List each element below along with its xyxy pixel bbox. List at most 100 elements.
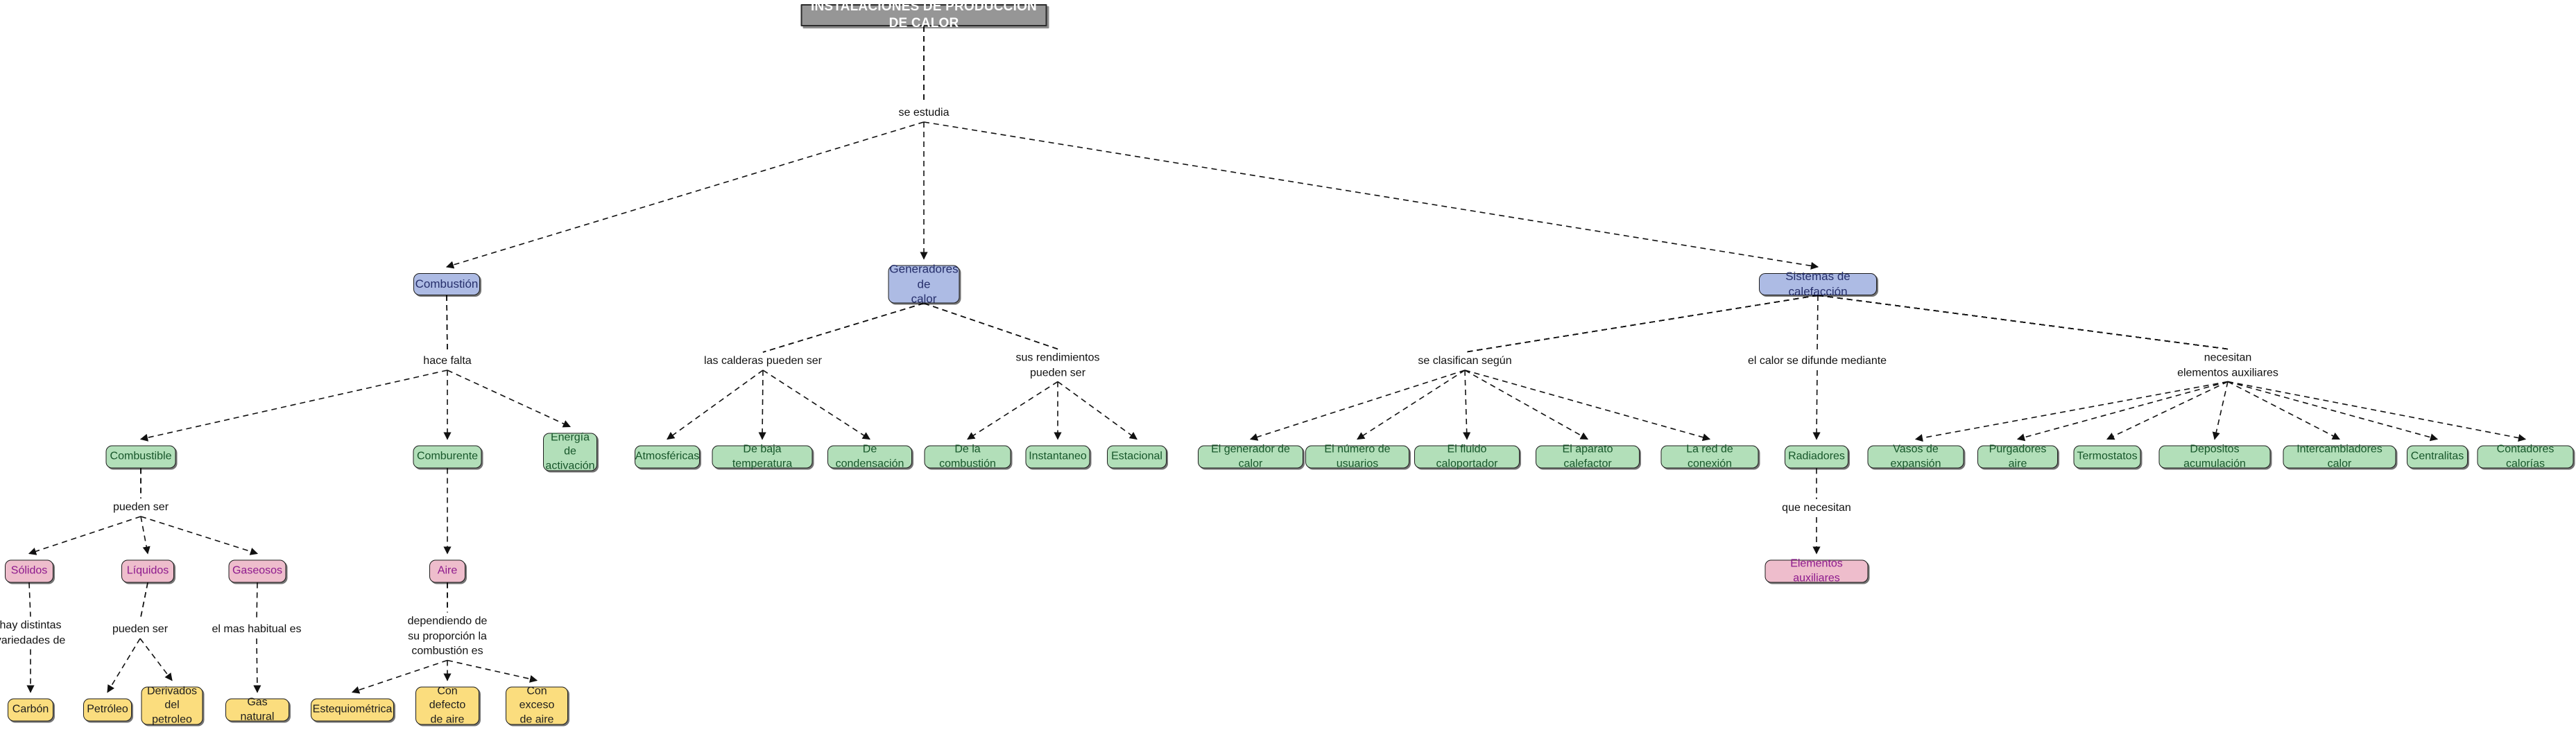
edge-generadores-to-delacomb-lower <box>967 381 1058 440</box>
edge-label-clasifican: se clasifican según <box>1416 354 1514 369</box>
node-condefecto[interactable]: Con defecto de aire <box>415 685 479 725</box>
node-aire[interactable]: Aire <box>429 559 465 583</box>
edge-generadores-to-delacomb-upper <box>923 302 1058 350</box>
edge-liquidos-to-derivados-lower <box>139 638 173 681</box>
node-intercamb[interactable]: Intercambiadores calor <box>2283 444 2396 469</box>
edge-root-to-sistemas-lower <box>923 121 1819 270</box>
node-bajatemp[interactable]: De baja temperatura <box>712 444 813 469</box>
node-petroleo[interactable]: Petróleo <box>83 698 132 722</box>
node-carbon[interactable]: Carbón <box>8 698 53 722</box>
edge-label-pueden-ser-comb: pueden ser <box>110 500 171 515</box>
edge-label-necesitan: necesitan elementos auxiliares <box>2175 350 2281 381</box>
node-condensacion[interactable]: De condensación <box>827 444 912 469</box>
edge-sistemas-to-redconexion-lower <box>1464 370 1711 442</box>
node-contadores[interactable]: Contadores calorías <box>2477 444 2574 469</box>
node-conexceso[interactable]: Con exceso de aire <box>506 685 568 725</box>
node-energia[interactable]: Energía de activación <box>543 431 597 471</box>
edge-sistemas-to-centralitas-lower <box>2227 381 2439 442</box>
edge-generadores-to-atmosfericas-upper <box>762 302 925 353</box>
edge-label-hay-distintas: hay distintas variedades de <box>0 618 68 648</box>
edge-sistemas-to-redconexion-upper <box>1464 295 1819 353</box>
edge-liquidos-to-petroleo-lower <box>107 638 141 693</box>
edge-liquidos-to-petroleo-upper <box>139 582 148 621</box>
edge-label-rendimientos: sus rendimientos pueden ser <box>1013 350 1102 381</box>
node-instantaneo[interactable]: Instantaneo <box>1025 445 1090 469</box>
node-radiadores[interactable]: Radiadores <box>1785 445 1848 469</box>
node-gencalor[interactable]: El generador de calor <box>1198 444 1303 469</box>
node-derivados[interactable]: Derivados del petroleo <box>141 685 203 725</box>
edge-label-hace-falta: hace falta <box>421 354 474 369</box>
edge-label-mas-habitual: el mas habitual es <box>209 622 304 637</box>
node-liquidos[interactable]: Líquidos <box>121 559 174 583</box>
node-gasnatural[interactable]: Gas natural <box>225 697 289 722</box>
edge-generadores-to-bajatemp-upper <box>762 302 925 353</box>
edge-sistemas-to-fluidocal-upper <box>1464 295 1819 353</box>
edge-sistemas-to-contadores-lower <box>2227 381 2527 442</box>
edge-generadores-to-condensacion-upper <box>762 302 925 353</box>
edge-sistemas-to-numusuarios-lower <box>1357 370 1466 440</box>
edge-generadores-to-instantaneo-upper <box>923 302 1058 350</box>
edge-sistemas-to-termostatos-lower <box>2106 381 2229 440</box>
node-purgadores[interactable]: Purgadores aire <box>1977 444 2058 469</box>
node-numusuarios[interactable]: El número de usuarios <box>1305 444 1409 469</box>
edge-label-que-necesitan: que necesitan <box>1780 501 1853 516</box>
node-comburente[interactable]: Comburente <box>413 445 482 469</box>
edge-sistemas-to-gencalor-lower <box>1249 370 1466 441</box>
edge-sistemas-to-aparatocal-lower <box>1464 370 1588 440</box>
edge-generadores-to-atmosfericas-lower <box>667 370 764 440</box>
node-centralitas[interactable]: Centralitas <box>2407 445 2468 469</box>
edge-sistemas-to-fluidocal-lower <box>1463 370 1471 440</box>
edge-combustion-to-energia-lower <box>447 370 572 428</box>
edge-sistemas-to-termostatos-upper <box>1817 295 2229 350</box>
edge-generadores-to-bajatemp-lower <box>758 370 766 440</box>
edge-sistemas-to-depositos-upper <box>1817 295 2229 350</box>
edge-combustible-to-liquidos-lower <box>140 516 151 555</box>
concept-map-canvas: INSTALACIONES DE PRODUCCIÓN DE CALOR Comb… <box>0 0 2576 730</box>
edge-generadores-to-condensacion-lower <box>762 370 870 440</box>
node-combustion[interactable]: Combustión <box>413 273 480 295</box>
node-combustible[interactable]: Combustible <box>105 445 176 469</box>
edge-sistemas-to-vasos-upper <box>1817 295 2229 350</box>
edge-generadores-to-estacional-lower <box>1057 381 1137 440</box>
node-gaseosos[interactable]: Gaseosos <box>228 559 286 583</box>
node-root[interactable]: INSTALACIONES DE PRODUCCIÓN DE CALOR <box>800 0 1047 31</box>
edge-label-difunde: el calor se difunde mediante <box>1745 354 1889 369</box>
node-estacional[interactable]: Estacional <box>1107 445 1167 469</box>
node-atmosfericas[interactable]: Atmosféricas <box>635 445 700 469</box>
edge-sistemas-to-intercamb-upper <box>1817 295 2229 350</box>
edge-label-proporcion: dependiendo de su proporción la combusti… <box>405 614 490 659</box>
edge-aire-to-conexceso-lower <box>447 659 538 683</box>
node-termostatos[interactable]: Termostatos <box>2073 445 2141 469</box>
edge-sistemas-to-centralitas-upper <box>1817 295 2229 350</box>
edge-label-calderas: las calderas pueden ser <box>702 354 824 369</box>
node-sistemas[interactable]: Sistemas de calefacción <box>1759 270 1877 298</box>
node-redconexion[interactable]: La red de conexión <box>1660 444 1759 469</box>
edge-sistemas-to-vasos-lower <box>1914 381 2229 442</box>
edge-sistemas-to-gencalor-upper <box>1464 295 1819 353</box>
edge-combustible-to-gaseosos-lower <box>140 516 259 555</box>
edge-combustible-to-solidos-lower <box>28 516 141 555</box>
node-fluidocal[interactable]: El fluido caloportador <box>1414 444 1520 469</box>
edge-sistemas-to-numusuarios-upper <box>1464 295 1819 353</box>
node-depositos[interactable]: Depositos acumulación <box>2158 444 2271 469</box>
edge-sistemas-to-purgadores-lower <box>2016 381 2229 442</box>
edge-sistemas-to-radiadores-upper <box>1817 295 1819 353</box>
node-elemaux[interactable]: Elementos auxiliares <box>1764 558 1869 584</box>
edge-sistemas-to-purgadores-upper <box>1817 295 2229 350</box>
edge-liquidos-to-derivados-upper <box>139 582 148 621</box>
node-delacomb[interactable]: De la combustión <box>924 444 1011 469</box>
node-estequio[interactable]: Estequiométrica <box>311 698 394 722</box>
edge-label-se-estudia: se estudia <box>896 105 952 121</box>
edge-sistemas-to-intercamb-lower <box>2227 381 2340 440</box>
node-solidos[interactable]: Sólidos <box>5 559 53 583</box>
node-aparatocal[interactable]: El aparato calefactor <box>1536 444 1640 469</box>
edge-solidos-to-carbon-upper <box>28 582 31 617</box>
edge-root-to-combustion-lower <box>445 121 925 269</box>
node-vasos[interactable]: Vasos de expansión <box>1867 444 1964 469</box>
edge-sistemas-to-aparatocal-upper <box>1464 295 1819 353</box>
edge-generadores-to-estacional-upper <box>923 302 1058 350</box>
node-generadores[interactable]: Generadores de calor <box>888 262 960 306</box>
edge-sistemas-to-depositos-lower <box>2212 381 2229 440</box>
edge-label-pueden-ser-liq: pueden ser <box>110 622 171 637</box>
edge-combustion-to-combustible-lower <box>139 370 448 442</box>
